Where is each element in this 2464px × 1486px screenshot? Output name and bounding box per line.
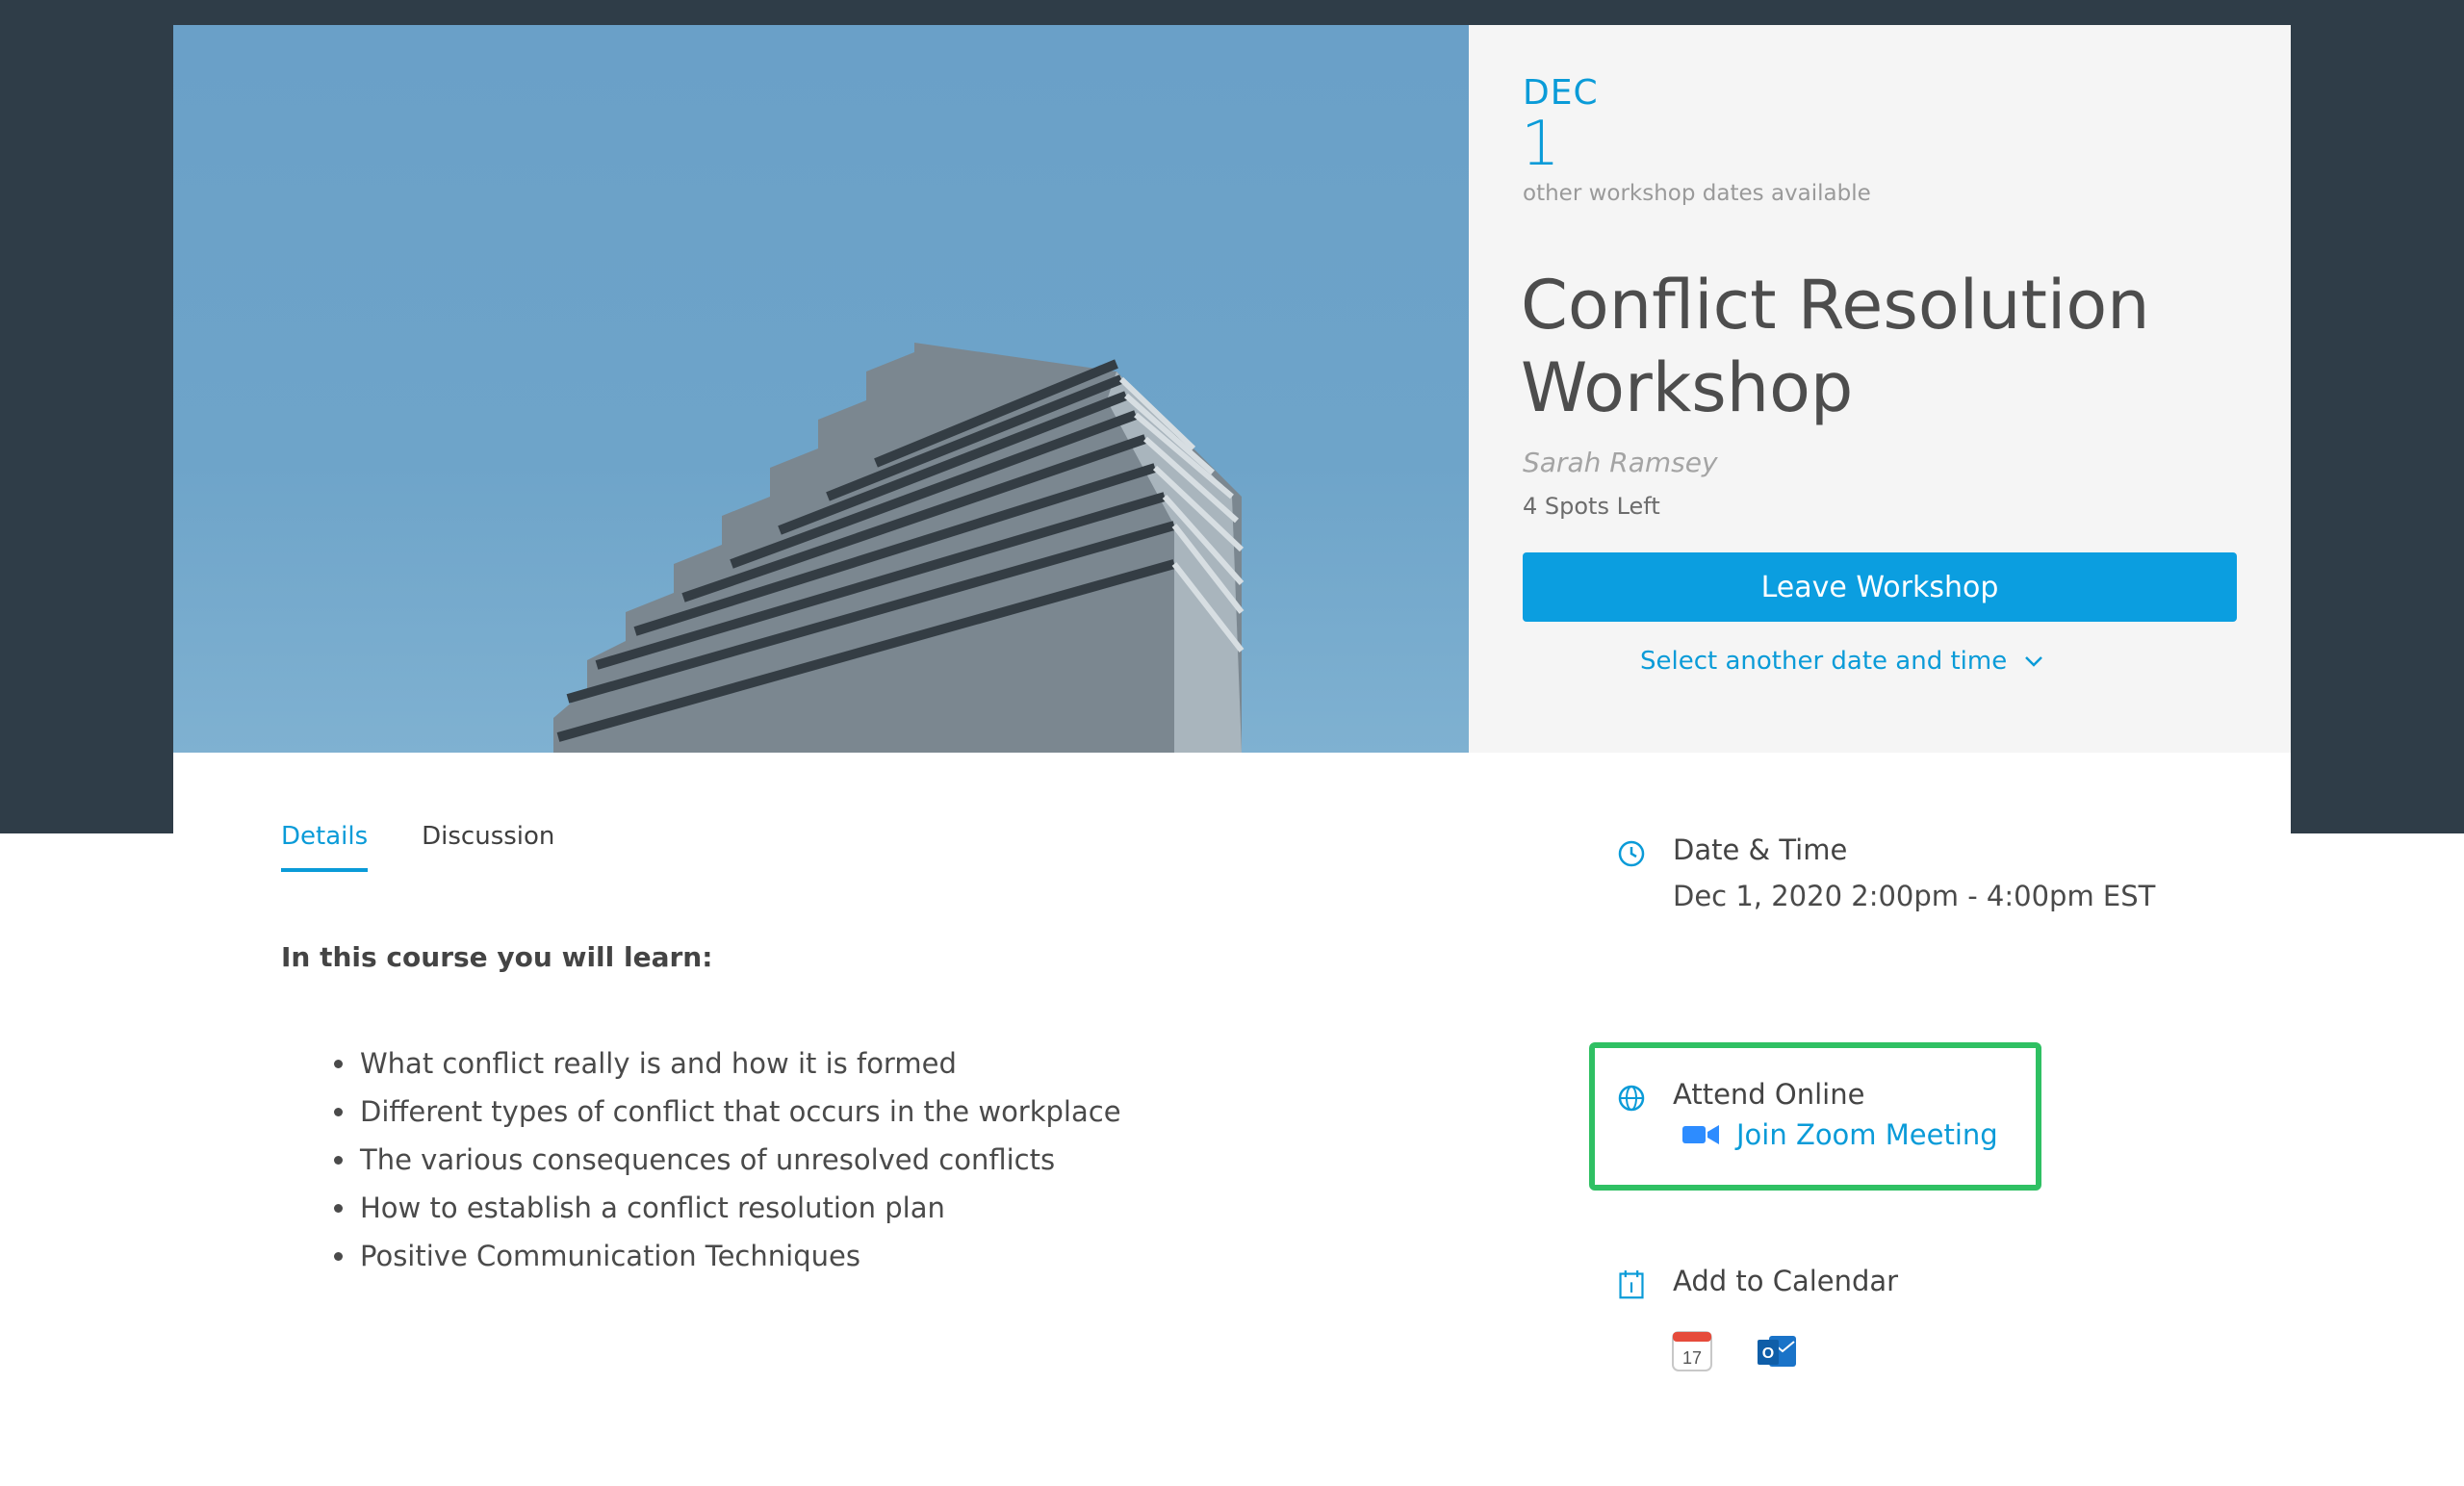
tab-details[interactable]: Details <box>281 822 369 872</box>
list-item: Different types of conflict that occurs … <box>358 1088 1121 1136</box>
calendar-icon <box>1619 1270 1644 1299</box>
outlook-letter: O <box>1762 1345 1774 1362</box>
date-time-value: Dec 1, 2020 2:00pm - 4:00pm EST <box>1673 880 2156 912</box>
event-cover-image <box>173 25 1469 753</box>
apple-calendar-day: 17 <box>1682 1348 1702 1368</box>
course-heading: In this course you will learn: <box>281 941 713 973</box>
list-item: The various consequences of unresolved c… <box>358 1136 1121 1184</box>
clock-icon <box>1618 840 1645 867</box>
spots-left: 4 Spots Left <box>1523 493 1660 520</box>
event-day: 1 <box>1521 109 1560 180</box>
content-tabs: Details Discussion <box>281 822 554 872</box>
add-to-calendar-section: Add to Calendar <box>1617 1265 1898 1299</box>
outlook-icon[interactable]: O <box>1756 1330 1798 1372</box>
attend-online-heading: Attend Online <box>1673 1078 1865 1111</box>
globe-icon <box>1618 1085 1645 1112</box>
video-camera-icon <box>1682 1125 1719 1144</box>
chevron-down-icon <box>2025 656 2043 667</box>
join-zoom-label: Join Zoom Meeting <box>1736 1118 1998 1151</box>
date-time-section: Date & Time Dec 1, 2020 2:00pm - 4:00pm … <box>1617 833 2155 912</box>
leave-workshop-button[interactable]: Leave Workshop <box>1523 552 2237 622</box>
list-item: Positive Communication Techniques <box>358 1232 1121 1280</box>
event-title: Conflict Resolution Workshop <box>1521 266 2150 427</box>
other-dates-note: other workshop dates available <box>1523 181 1871 206</box>
list-item: How to establish a conflict resolution p… <box>358 1184 1121 1232</box>
select-another-date-link[interactable]: Select another date and time <box>1640 647 2043 676</box>
event-month: DEC <box>1523 73 1599 113</box>
date-time-heading: Date & Time <box>1673 833 1848 866</box>
instructor-name: Sarah Ramsey <box>1523 447 1718 478</box>
list-item: What conflict really is and how it is fo… <box>358 1039 1121 1088</box>
add-to-calendar-heading: Add to Calendar <box>1673 1265 1899 1297</box>
join-zoom-meeting-link[interactable]: Join Zoom Meeting <box>1682 1118 1998 1151</box>
select-date-label: Select another date and time <box>1640 647 2008 676</box>
tab-discussion[interactable]: Discussion <box>422 822 554 872</box>
attend-online-section: Attend Online Join Zoom Meeting <box>1617 1078 1998 1151</box>
learning-list: What conflict really is and how it is fo… <box>281 1039 1121 1280</box>
apple-calendar-icon[interactable]: 17 <box>1671 1330 1713 1372</box>
calendar-options: 17 O <box>1671 1330 1798 1372</box>
